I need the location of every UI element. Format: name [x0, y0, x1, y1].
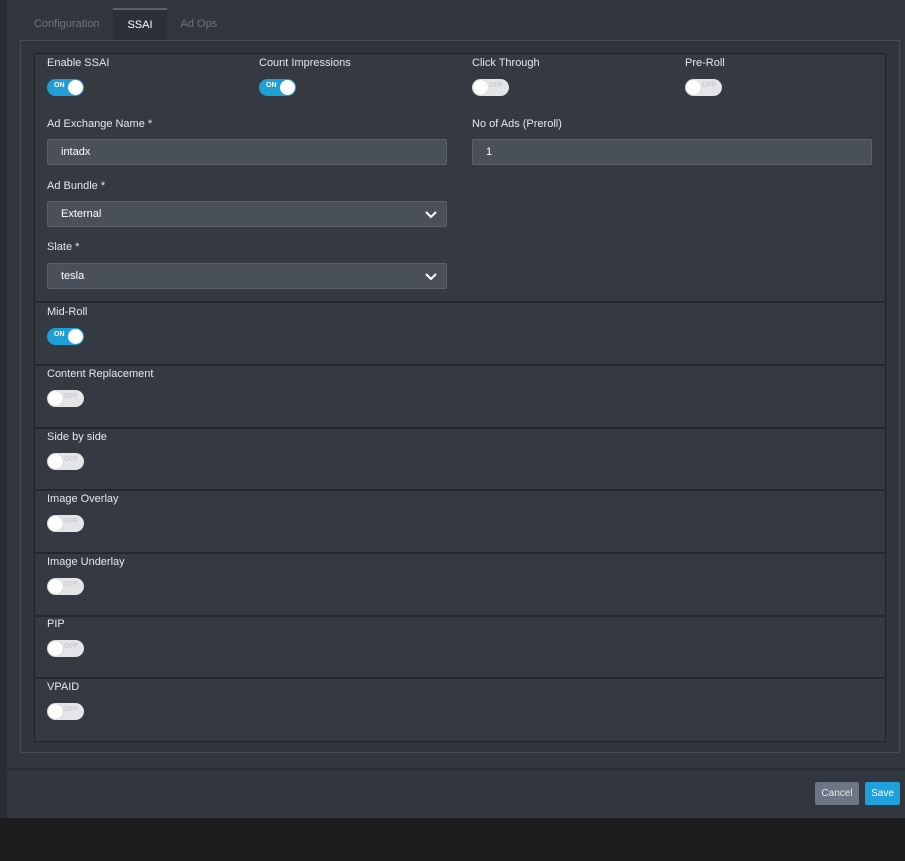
- ad-exchange-name-label: Ad Exchange Name *: [47, 118, 153, 130]
- chevron-down-icon: [425, 211, 437, 219]
- toggle-knob: [48, 454, 63, 469]
- tab-configuration[interactable]: Configuration: [20, 8, 113, 41]
- count-impressions-label: Count Impressions: [259, 57, 351, 69]
- side-by-side-toggle[interactable]: OFF: [47, 453, 84, 470]
- pip-section: [35, 615, 885, 678]
- chevron-down-icon: [425, 273, 437, 281]
- footer-divider: [7, 768, 905, 770]
- toggle-knob: [68, 329, 83, 344]
- content-replacement-section: [35, 364, 885, 427]
- side-by-side-section: [35, 427, 885, 490]
- content-replacement-toggle[interactable]: OFF: [47, 390, 84, 407]
- toggle-knob: [280, 80, 295, 95]
- image-overlay-toggle[interactable]: OFF: [47, 515, 84, 532]
- toggle-state-text: OFF: [64, 393, 78, 400]
- image-overlay-label: Image Overlay: [47, 493, 119, 505]
- toggle-state-text: OFF: [702, 82, 716, 89]
- vpaid-section: [35, 677, 885, 741]
- toggle-knob: [473, 80, 488, 95]
- pip-toggle[interactable]: OFF: [47, 640, 84, 657]
- enable-ssai-label: Enable SSAI: [47, 57, 110, 69]
- image-overlay-section: [35, 489, 885, 552]
- toggle-state-text: OFF: [64, 456, 78, 463]
- mid-roll-label: Mid-Roll: [47, 306, 88, 318]
- toggle-state-text: OFF: [64, 518, 78, 525]
- taskbar-strip: [0, 818, 905, 861]
- cancel-button[interactable]: Cancel: [815, 782, 859, 805]
- toggle-state-text: ON: [266, 82, 277, 89]
- toggle-knob: [48, 391, 63, 406]
- click-through-toggle[interactable]: OFF: [472, 79, 509, 96]
- slate-value: tesla: [61, 270, 85, 282]
- ad-bundle-select[interactable]: External: [47, 201, 447, 227]
- image-underlay-label: Image Underlay: [47, 556, 125, 568]
- toggle-knob: [686, 80, 701, 95]
- enable-ssai-toggle[interactable]: ON: [47, 79, 84, 96]
- ad-bundle-value: External: [61, 208, 102, 220]
- pip-label: PIP: [47, 618, 65, 630]
- window-edge: [0, 0, 7, 818]
- mid-roll-section: [35, 301, 885, 364]
- toggle-knob: [68, 80, 83, 95]
- vpaid-label: VPAID: [47, 681, 80, 693]
- tab-ad-ops[interactable]: Ad Ops: [167, 8, 232, 41]
- toggle-knob: [48, 516, 63, 531]
- click-through-label: Click Through: [472, 57, 540, 69]
- toggle-state-text: ON: [54, 82, 65, 89]
- no-of-ads-label: No of Ads (Preroll): [472, 118, 562, 130]
- slate-label: Slate *: [47, 241, 80, 253]
- pre-roll-toggle[interactable]: OFF: [685, 79, 722, 96]
- toggle-state-text: ON: [54, 331, 65, 338]
- toggle-state-text: OFF: [64, 643, 78, 650]
- ad-bundle-label: Ad Bundle *: [47, 180, 106, 192]
- tab-bar: Configuration SSAI Ad Ops: [20, 8, 231, 41]
- save-button[interactable]: Save: [865, 782, 900, 805]
- toggle-state-text: OFF: [489, 82, 503, 89]
- toggle-knob: [48, 704, 63, 719]
- image-underlay-section: [35, 552, 885, 615]
- content-replacement-label: Content Replacement: [47, 368, 154, 380]
- image-underlay-toggle[interactable]: OFF: [47, 578, 84, 595]
- ad-exchange-name-input[interactable]: intadx: [47, 139, 447, 165]
- count-impressions-toggle[interactable]: ON: [259, 79, 296, 96]
- toggle-knob: [48, 579, 63, 594]
- no-of-ads-input[interactable]: 1: [472, 139, 872, 165]
- vpaid-toggle[interactable]: OFF: [47, 703, 84, 720]
- pre-roll-label: Pre-Roll: [685, 57, 725, 69]
- toggle-state-text: OFF: [64, 581, 78, 588]
- slate-select[interactable]: tesla: [47, 263, 447, 289]
- mid-roll-toggle[interactable]: ON: [47, 328, 84, 345]
- toggle-state-text: OFF: [64, 706, 78, 713]
- side-by-side-label: Side by side: [47, 431, 107, 443]
- tab-ssai[interactable]: SSAI: [113, 8, 167, 41]
- toggle-knob: [48, 641, 63, 656]
